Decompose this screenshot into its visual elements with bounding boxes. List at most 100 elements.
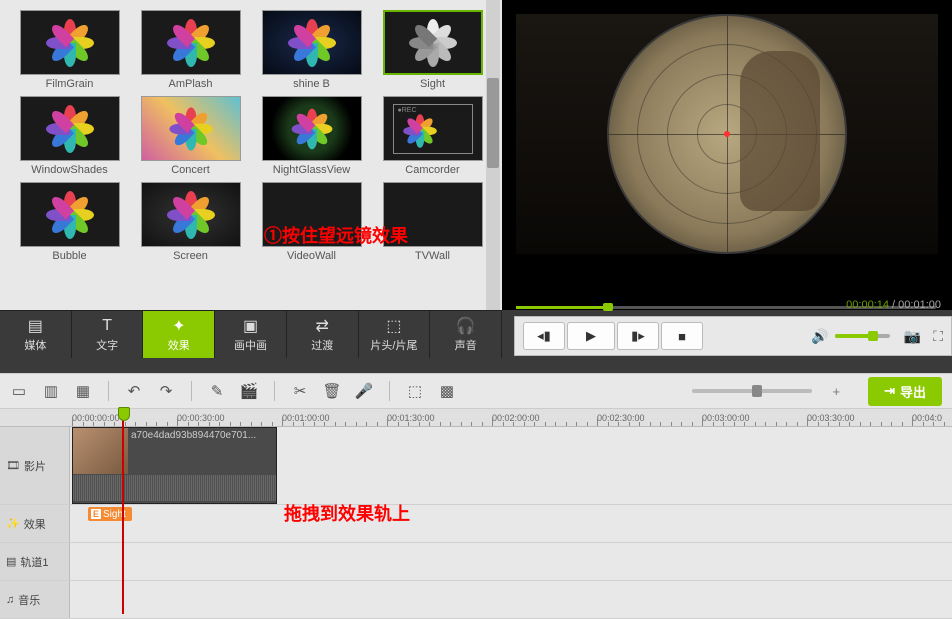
redo-icon[interactable]: ↷ [157, 382, 175, 400]
tab-label: 文字 [96, 337, 118, 353]
effect-thumb[interactable] [20, 10, 120, 75]
effect-thumb[interactable] [262, 96, 362, 161]
cut-icon[interactable]: ✂ [291, 382, 309, 400]
tab-effect[interactable]: ✦效果 [143, 311, 215, 358]
effect-thumb[interactable] [20, 96, 120, 161]
effect-thumb[interactable] [141, 96, 241, 161]
ruler-mark: 00:02:30:00 [597, 413, 645, 423]
tab-intro[interactable]: ⬚片头/片尾 [359, 311, 431, 358]
snapshot-icon[interactable]: 📷 [904, 328, 921, 345]
playhead-handle[interactable] [118, 407, 130, 421]
media-icon: ▤ [28, 317, 43, 335]
stop-button[interactable]: ■ [661, 322, 703, 350]
clapper-icon[interactable]: 🎬 [240, 382, 258, 400]
export-button[interactable]: ⇥导出 [868, 377, 942, 406]
undo-icon[interactable]: ↶ [125, 382, 143, 400]
playhead[interactable] [122, 409, 124, 614]
effects-scrollbar[interactable] [486, 0, 500, 310]
volume-slider[interactable] [835, 334, 890, 338]
track-content[interactable]: ESight [70, 505, 952, 542]
ruler-mark: 00:01:00:00 [282, 413, 330, 423]
telescope-preview [607, 14, 847, 254]
track-music: ♫音乐 [0, 581, 952, 619]
export-label: 导出 [900, 382, 926, 401]
annotation-hold-telescope: ①按住望远镜效果 [264, 222, 408, 248]
timeline-ruler[interactable]: 00:00:00:0000:00:30:0000:01:00:0000:01:3… [0, 409, 952, 427]
track-content[interactable]: a70e4dad93b894470e701... [70, 427, 952, 504]
tab-text[interactable]: T文字 [72, 311, 144, 358]
layout-3-icon[interactable]: ▦ [74, 382, 92, 400]
video-clip[interactable]: a70e4dad93b894470e701... [72, 427, 277, 504]
effect-thumb[interactable] [20, 182, 120, 247]
ruler-mark: 00:02:00:00 [492, 413, 540, 423]
track-content[interactable] [70, 543, 952, 580]
effect-label: AmPlash [133, 78, 248, 90]
tab-pip[interactable]: ▣画中画 [215, 311, 287, 358]
prev-frame-button[interactable]: ◂▮ [523, 322, 565, 350]
delete-icon[interactable]: 🗑 [323, 382, 341, 400]
film-icon: 🎞 [6, 459, 20, 472]
effect-camcorder[interactable]: ●RECCamcorder [375, 96, 490, 176]
transition-icon: ⇄ [316, 317, 329, 335]
effect-thumb[interactable] [262, 10, 362, 75]
volume-icon[interactable]: 🔊 [811, 328, 828, 345]
zoom-in-icon[interactable]: + [832, 384, 840, 399]
effect-label: Sight [375, 78, 490, 90]
track-film: 🎞影片a70e4dad93b894470e701... [0, 427, 952, 505]
effect-windowshades[interactable]: WindowShades [12, 96, 127, 176]
effects-scrollbar-thumb[interactable] [487, 78, 499, 168]
tab-label: 过渡 [311, 337, 333, 353]
ruler-mark: 00:03:30:00 [807, 413, 855, 423]
audio-icon: 🎧 [456, 317, 476, 335]
effect-label: Screen [133, 250, 248, 262]
scrubber-handle[interactable] [603, 303, 613, 311]
intro-icon: ⬚ [386, 317, 401, 335]
tab-audio[interactable]: 🎧声音 [430, 311, 502, 358]
effect-nightglassview[interactable]: NightGlassView [254, 96, 369, 176]
edit-icon[interactable]: ✎ [208, 382, 226, 400]
effect-label: FilmGrain [12, 78, 127, 90]
effect-screen[interactable]: Screen [133, 182, 248, 262]
play-button[interactable]: ▶ [567, 322, 615, 350]
bars-icon: ▤ [6, 555, 16, 568]
preview-viewport [516, 4, 938, 308]
track-label: ▤轨道1 [0, 543, 70, 580]
tab-transition[interactable]: ⇄ 过渡 [287, 311, 359, 358]
track-label: ♫音乐 [0, 581, 70, 618]
effect-icon: ✦ [172, 317, 185, 335]
effect-concert[interactable]: Concert [133, 96, 248, 176]
player-controls: 00:00:14 / 00:01:00 ◂▮ ▶ ▮▸ ■ 🔊 📷 ⛶ [514, 316, 952, 356]
time-current: 00:00:14 [846, 299, 889, 311]
effect-badge: E [91, 509, 101, 519]
tab-label: 媒体 [24, 337, 46, 353]
effect-label: NightGlassView [254, 164, 369, 176]
effect-thumb[interactable] [141, 10, 241, 75]
track-bars: ▤轨道1 [0, 543, 952, 581]
next-frame-button[interactable]: ▮▸ [617, 322, 659, 350]
effect-thumb[interactable] [141, 182, 241, 247]
timeline-toolbar: ▭ ▥ ▦ ↶ ↷ ✎ 🎬 ✂ 🗑 🎤 ⬚ ▩ + ⇥导出 [0, 373, 952, 409]
mic-icon[interactable]: 🎤 [355, 382, 373, 400]
effect-thumb[interactable] [383, 10, 483, 75]
zoom-slider[interactable] [692, 389, 812, 393]
effects-panel: FilmGrain AmPlash shine B Sight WindowShades… [0, 0, 502, 310]
tab-media[interactable]: ▤ 媒体 [0, 311, 72, 358]
effect-label: WindowShades [12, 164, 127, 176]
time-total: 00:01:00 [898, 299, 941, 311]
fullscreen-icon[interactable]: ⛶ [933, 328, 943, 345]
zoom-handle[interactable] [752, 385, 762, 397]
track-content[interactable] [70, 581, 952, 618]
effect-shine b[interactable]: shine B [254, 10, 369, 90]
effect-filmgrain[interactable]: FilmGrain [12, 10, 127, 90]
effect-amplash[interactable]: AmPlash [133, 10, 248, 90]
crop-icon[interactable]: ⬚ [406, 382, 424, 400]
mosaic-icon[interactable]: ▩ [438, 382, 456, 400]
layout-2-icon[interactable]: ▥ [42, 382, 60, 400]
volume-handle[interactable] [868, 331, 878, 341]
effect-bubble[interactable]: Bubble [12, 182, 127, 262]
effect-sight[interactable]: Sight [375, 10, 490, 90]
layout-1-icon[interactable]: ▭ [10, 382, 28, 400]
effect-thumb[interactable]: ●REC [383, 96, 483, 161]
category-tabs: ▤ 媒体 T文字✦效果▣画中画 ⇄ 过渡 ⬚片头/片尾🎧声音 [0, 310, 502, 358]
effect-clip[interactable]: ESight [88, 507, 132, 521]
